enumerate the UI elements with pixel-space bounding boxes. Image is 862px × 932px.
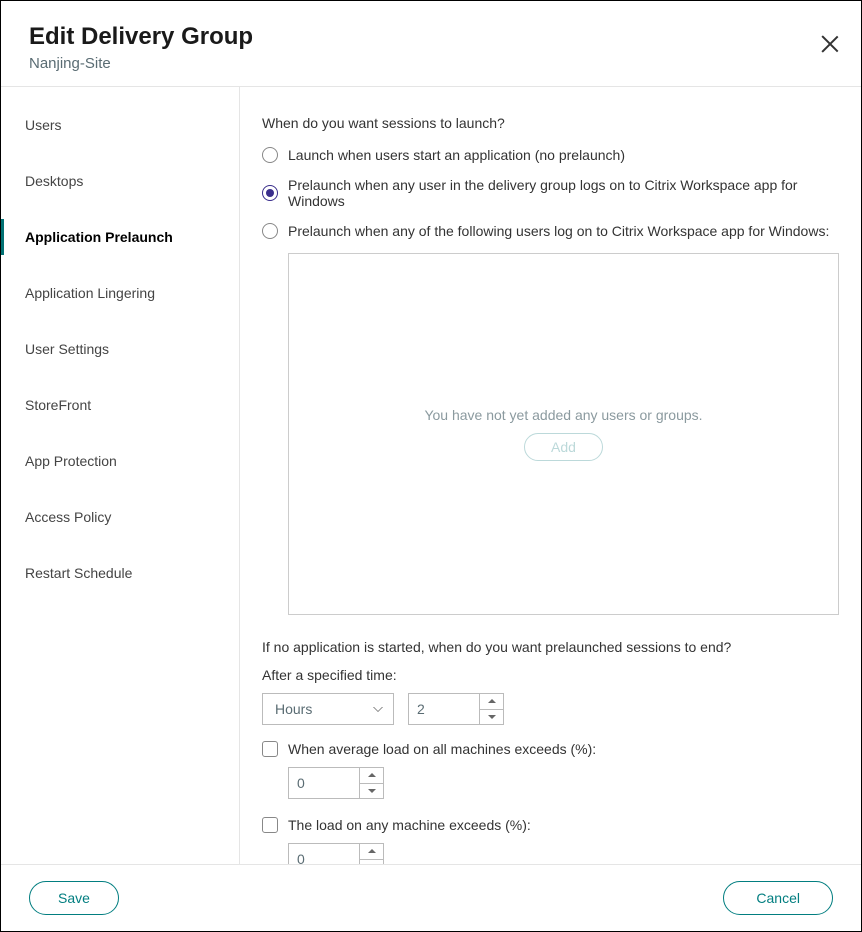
avg-load-spinner <box>288 767 384 799</box>
checkbox-avg-load[interactable] <box>262 741 278 757</box>
time-unit-value: Hours <box>275 701 312 717</box>
arrow-down-icon[interactable] <box>360 783 383 799</box>
radio-icon <box>262 223 278 239</box>
sidebar-item-storefront[interactable]: StoreFront <box>1 387 239 423</box>
arrow-up-icon[interactable] <box>360 768 383 783</box>
time-row: Hours <box>262 693 839 725</box>
check-any-load-row[interactable]: The load on any machine exceeds (%): <box>262 817 839 833</box>
users-list-box: You have not yet added any users or grou… <box>288 253 839 615</box>
edit-delivery-group-dialog: Edit Delivery Group Nanjing-Site Users D… <box>0 0 862 932</box>
spinner-arrows <box>479 694 503 724</box>
check-avg-load-label: When average load on all machines exceed… <box>288 741 596 757</box>
sidebar-item-user-settings[interactable]: User Settings <box>1 331 239 367</box>
time-unit-select[interactable]: Hours <box>262 693 394 725</box>
radio-icon <box>262 185 278 201</box>
radio-icon <box>262 147 278 163</box>
users-empty-message: You have not yet added any users or grou… <box>424 407 702 423</box>
add-user-button[interactable]: Add <box>524 433 603 461</box>
time-value-input[interactable] <box>409 694 479 724</box>
close-icon[interactable] <box>819 33 841 55</box>
radio-label: Prelaunch when any user in the delivery … <box>288 177 839 209</box>
end-question: If no application is started, when do yo… <box>262 639 839 655</box>
spinner-arrows <box>359 844 383 864</box>
avg-load-input[interactable] <box>289 768 359 798</box>
any-load-spinner <box>288 843 384 864</box>
sidebar-item-access-policy[interactable]: Access Policy <box>1 499 239 535</box>
spinner-arrows <box>359 768 383 798</box>
save-button[interactable]: Save <box>29 881 119 915</box>
dialog-footer: Save Cancel <box>1 864 861 931</box>
radio-prelaunch-any-user[interactable]: Prelaunch when any user in the delivery … <box>262 177 839 209</box>
any-load-input[interactable] <box>289 844 359 864</box>
time-value-spinner <box>408 693 504 725</box>
sidebar-item-restart-schedule[interactable]: Restart Schedule <box>1 555 239 591</box>
radio-label: Launch when users start an application (… <box>288 147 625 163</box>
arrow-up-icon[interactable] <box>480 694 503 709</box>
sidebar-item-application-lingering[interactable]: Application Lingering <box>1 275 239 311</box>
radio-label: Prelaunch when any of the following user… <box>288 223 829 239</box>
arrow-up-icon[interactable] <box>360 844 383 859</box>
cancel-button[interactable]: Cancel <box>723 881 833 915</box>
sidebar-item-application-prelaunch[interactable]: Application Prelaunch <box>1 219 239 255</box>
chevron-down-icon <box>373 707 383 712</box>
radio-prelaunch-specific-users[interactable]: Prelaunch when any of the following user… <box>262 223 839 239</box>
sidebar-item-users[interactable]: Users <box>1 107 239 143</box>
checkbox-any-load[interactable] <box>262 817 278 833</box>
dialog-title: Edit Delivery Group <box>29 23 833 51</box>
check-avg-load-row[interactable]: When average load on all machines exceed… <box>262 741 839 757</box>
after-specified-label: After a specified time: <box>262 667 839 683</box>
dialog-body: Users Desktops Application Prelaunch App… <box>1 87 861 864</box>
dialog-header: Edit Delivery Group Nanjing-Site <box>1 1 861 87</box>
check-any-load-label: The load on any machine exceeds (%): <box>288 817 531 833</box>
radio-no-prelaunch[interactable]: Launch when users start an application (… <box>262 147 839 163</box>
sidebar-item-desktops[interactable]: Desktops <box>1 163 239 199</box>
sidebar: Users Desktops Application Prelaunch App… <box>1 87 240 864</box>
main-panel: When do you want sessions to launch? Lau… <box>240 87 861 864</box>
arrow-down-icon[interactable] <box>480 709 503 725</box>
sidebar-item-app-protection[interactable]: App Protection <box>1 443 239 479</box>
launch-question: When do you want sessions to launch? <box>262 115 839 131</box>
dialog-subtitle: Nanjing-Site <box>29 55 833 72</box>
